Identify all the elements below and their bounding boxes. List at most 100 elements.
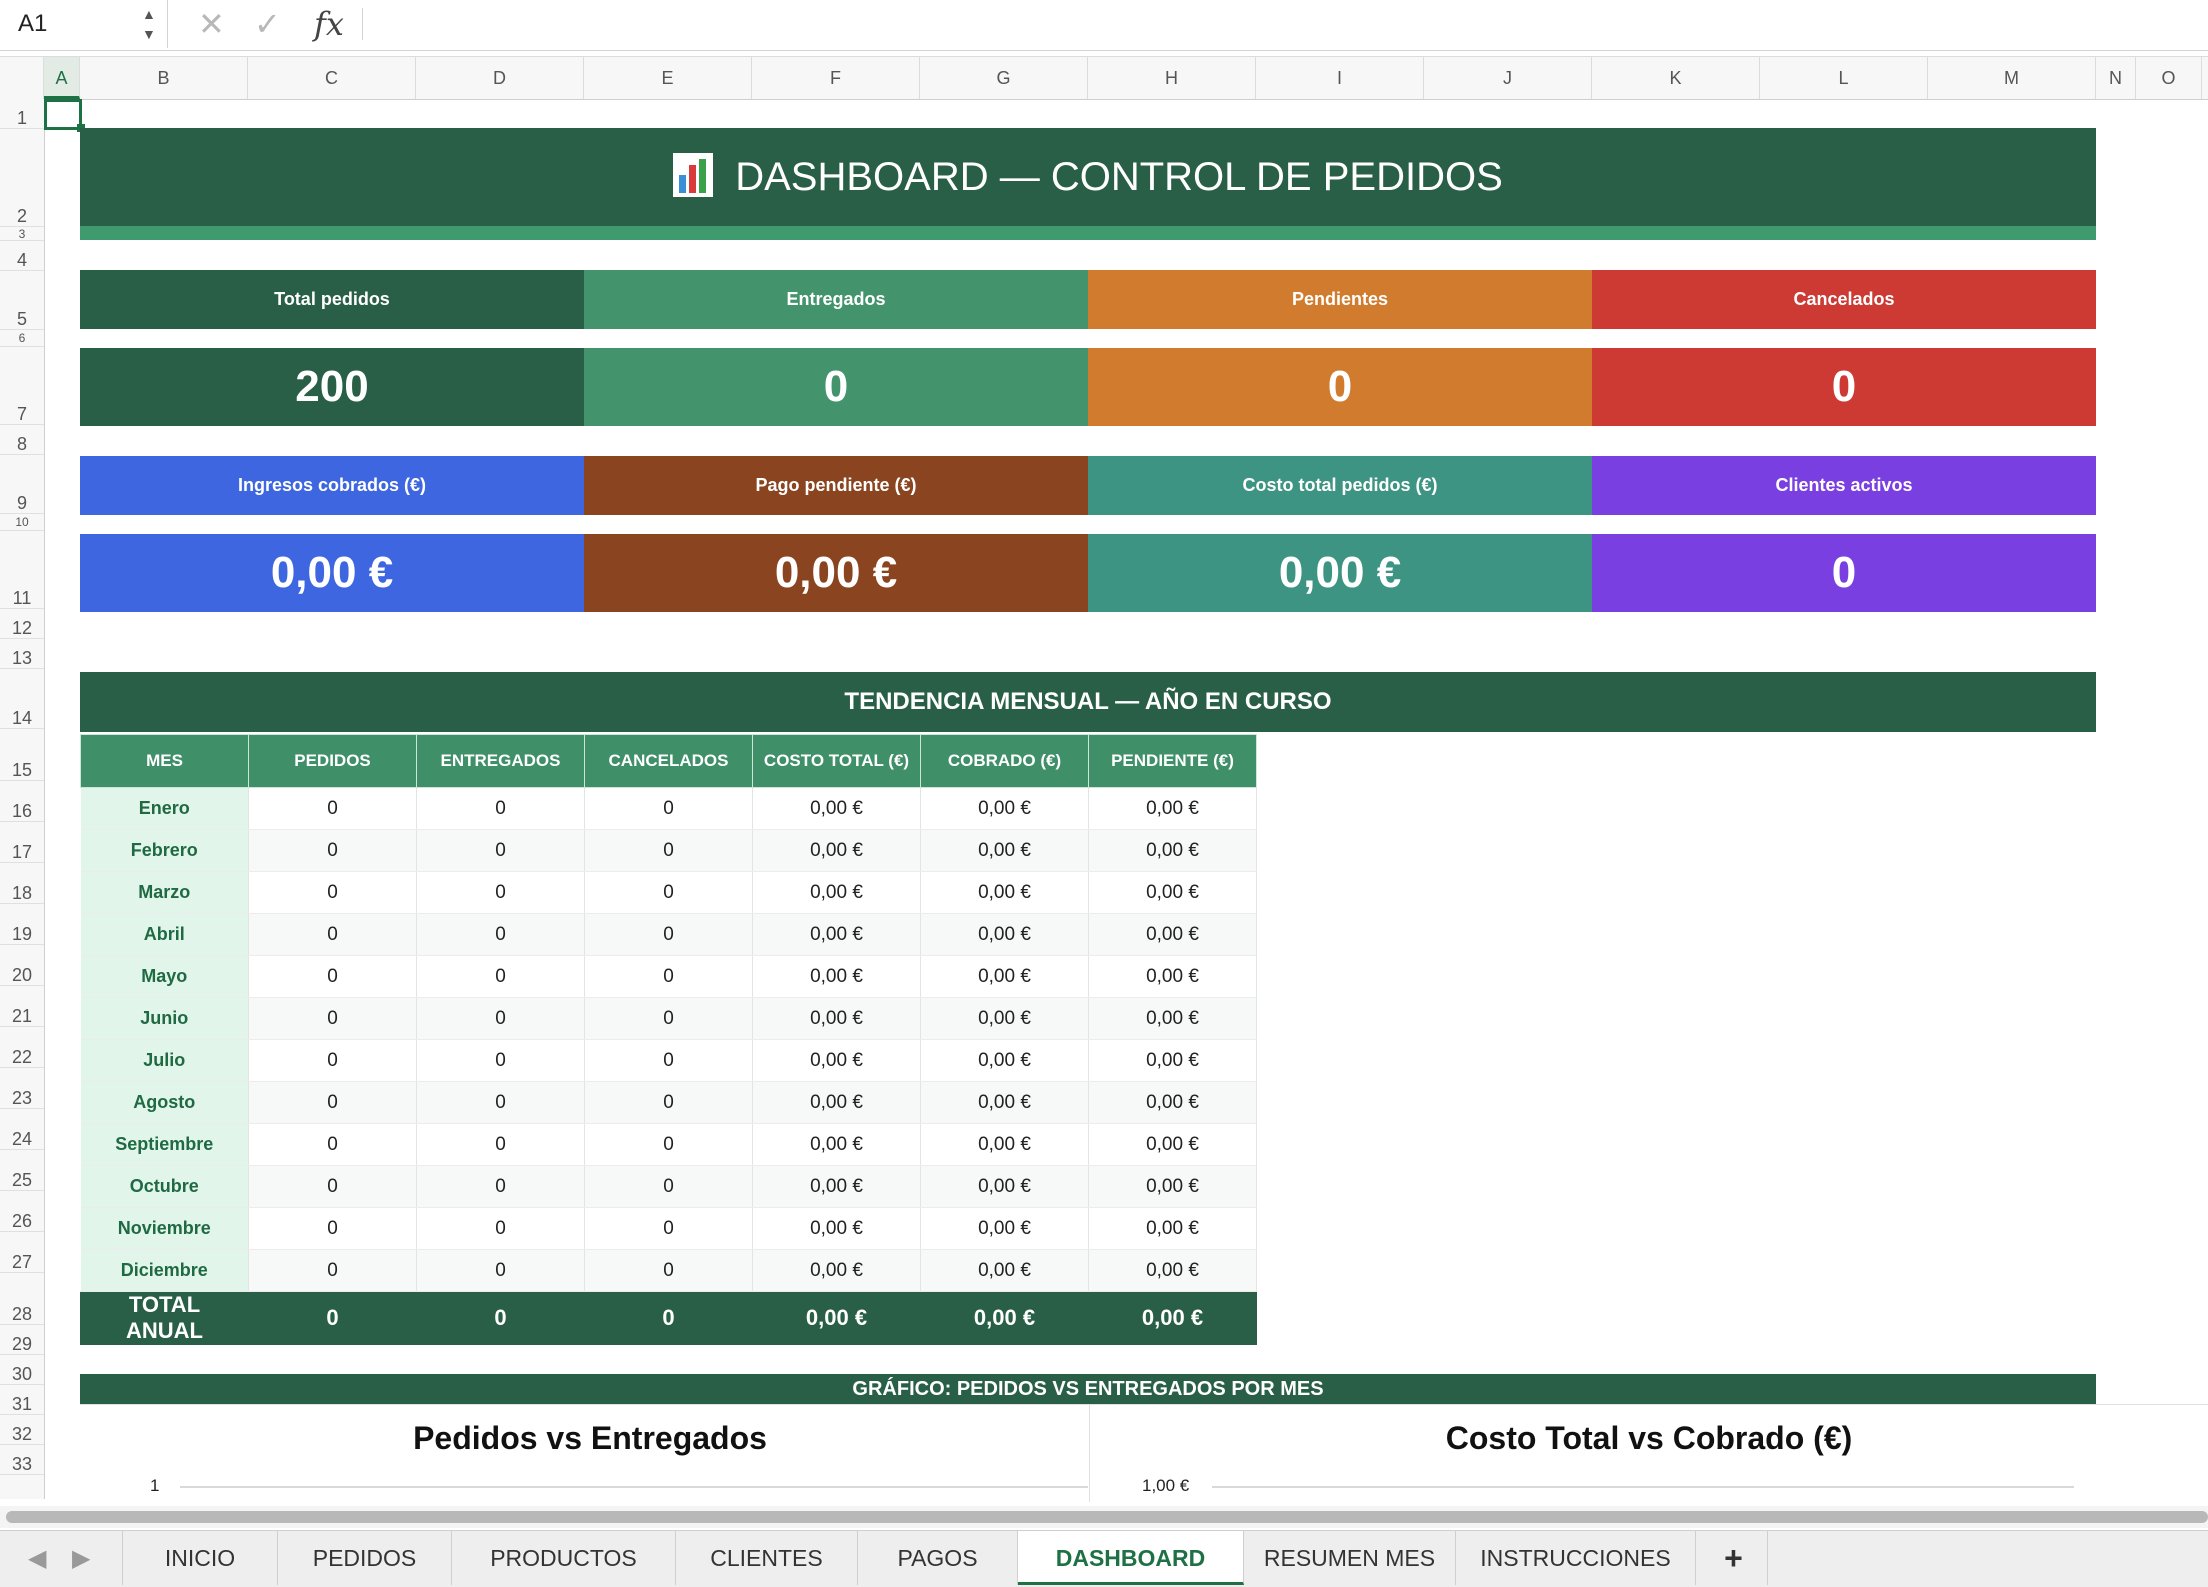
select-all-corner[interactable] xyxy=(0,57,44,99)
row-header-20[interactable]: 20 xyxy=(0,945,44,986)
table-cell[interactable]: 0 xyxy=(584,829,753,872)
table-cell[interactable]: 0,00 € xyxy=(752,1039,921,1082)
name-box-spinner-icon[interactable]: ▲ ▼ xyxy=(142,4,156,44)
total-cell[interactable]: 0 xyxy=(584,1291,753,1345)
table-cell[interactable]: 0,00 € xyxy=(920,787,1089,830)
row-header-32[interactable]: 32 xyxy=(0,1415,44,1445)
table-cell[interactable]: 0 xyxy=(416,787,585,830)
table-cell[interactable]: 0 xyxy=(584,787,753,830)
table-cell[interactable]: 0,00 € xyxy=(752,829,921,872)
row-header-22[interactable]: 22 xyxy=(0,1027,44,1068)
table-cell[interactable]: 0,00 € xyxy=(1088,913,1257,956)
table-cell[interactable]: 0,00 € xyxy=(752,1081,921,1124)
column-header-o[interactable]: O xyxy=(2136,57,2202,99)
row-header-10[interactable]: 10 xyxy=(0,514,44,531)
table-cell[interactable]: 0 xyxy=(248,1081,417,1124)
table-cell[interactable]: 0,00 € xyxy=(1088,1207,1257,1250)
total-cell[interactable]: 0 xyxy=(248,1291,417,1345)
table-cell[interactable]: 0 xyxy=(584,913,753,956)
table-cell[interactable]: 0,00 € xyxy=(1088,787,1257,830)
row-header-24[interactable]: 24 xyxy=(0,1109,44,1150)
table-cell[interactable]: 0,00 € xyxy=(752,871,921,914)
scrollbar-thumb[interactable] xyxy=(6,1511,2208,1523)
cancel-icon[interactable]: ✕ xyxy=(198,0,225,48)
table-cell[interactable]: 0 xyxy=(584,1165,753,1208)
table-cell[interactable]: 0 xyxy=(248,1039,417,1082)
row-header-26[interactable]: 26 xyxy=(0,1191,44,1232)
row-header-30[interactable]: 30 xyxy=(0,1355,44,1385)
table-cell[interactable]: 0,00 € xyxy=(920,1081,1089,1124)
total-label[interactable]: TOTAL ANUAL xyxy=(80,1291,249,1345)
sheet-tab-productos[interactable]: PRODUCTOS xyxy=(452,1531,676,1585)
sheet-tab-pagos[interactable]: PAGOS xyxy=(858,1531,1018,1585)
row-header-15[interactable]: 15 xyxy=(0,729,44,781)
table-cell[interactable]: 0 xyxy=(416,1123,585,1166)
row-header-19[interactable]: 19 xyxy=(0,904,44,945)
horizontal-scrollbar[interactable] xyxy=(0,1506,2208,1528)
row-header-14[interactable]: 14 xyxy=(0,669,44,729)
table-cell[interactable]: 0 xyxy=(248,955,417,998)
confirm-icon[interactable]: ✓ xyxy=(254,0,281,48)
sheet-tab-clientes[interactable]: CLIENTES xyxy=(676,1531,858,1585)
sheet-tab-instrucciones[interactable]: INSTRUCCIONES xyxy=(1456,1531,1696,1585)
column-header-k[interactable]: K xyxy=(1592,57,1760,99)
month-cell[interactable]: Marzo xyxy=(80,871,249,914)
table-cell[interactable]: 0 xyxy=(584,1081,753,1124)
row-header-29[interactable]: 29 xyxy=(0,1325,44,1355)
table-cell[interactable]: 0,00 € xyxy=(752,955,921,998)
total-cell[interactable]: 0,00 € xyxy=(920,1291,1089,1345)
table-cell[interactable]: 0 xyxy=(248,1123,417,1166)
table-cell[interactable]: 0,00 € xyxy=(920,1165,1089,1208)
row-header-21[interactable]: 21 xyxy=(0,986,44,1027)
column-header-g[interactable]: G xyxy=(920,57,1088,99)
table-cell[interactable]: 0,00 € xyxy=(752,1123,921,1166)
add-sheet-icon[interactable]: + xyxy=(1700,1531,1768,1585)
table-cell[interactable]: 0 xyxy=(416,1165,585,1208)
month-cell[interactable]: Enero xyxy=(80,787,249,830)
table-cell[interactable]: 0 xyxy=(416,1081,585,1124)
table-cell[interactable]: 0 xyxy=(248,1207,417,1250)
function-icon[interactable]: fx xyxy=(314,0,344,48)
row-header-27[interactable]: 27 xyxy=(0,1232,44,1273)
table-cell[interactable]: 0 xyxy=(416,829,585,872)
table-cell[interactable]: 0 xyxy=(248,997,417,1040)
row-header-8[interactable]: 8 xyxy=(0,425,44,455)
table-cell[interactable]: 0,00 € xyxy=(920,997,1089,1040)
row-header-11[interactable]: 11 xyxy=(0,531,44,609)
prev-sheet-icon[interactable]: ◀ xyxy=(28,1531,46,1587)
column-header-c[interactable]: C xyxy=(248,57,416,99)
month-cell[interactable]: Noviembre xyxy=(80,1207,249,1250)
column-header-h[interactable]: H xyxy=(1088,57,1256,99)
table-cell[interactable]: 0,00 € xyxy=(1088,871,1257,914)
row-header-13[interactable]: 13 xyxy=(0,639,44,669)
sheet-tab-resumen-mes[interactable]: RESUMEN MES xyxy=(1244,1531,1456,1585)
row-header-23[interactable]: 23 xyxy=(0,1068,44,1109)
row-header-6[interactable]: 6 xyxy=(0,330,44,347)
total-cell[interactable]: 0,00 € xyxy=(752,1291,921,1345)
table-cell[interactable]: 0 xyxy=(248,913,417,956)
sheet-tab-pedidos[interactable]: PEDIDOS xyxy=(278,1531,452,1585)
table-cell[interactable]: 0,00 € xyxy=(752,1249,921,1292)
table-cell[interactable]: 0,00 € xyxy=(1088,955,1257,998)
total-cell[interactable]: 0,00 € xyxy=(1088,1291,1257,1345)
sheet-tab-inicio[interactable]: INICIO xyxy=(122,1531,278,1585)
column-header-b[interactable]: B xyxy=(80,57,248,99)
table-cell[interactable]: 0 xyxy=(416,1207,585,1250)
month-cell[interactable]: Octubre xyxy=(80,1165,249,1208)
table-cell[interactable]: 0 xyxy=(584,955,753,998)
table-cell[interactable]: 0,00 € xyxy=(1088,829,1257,872)
table-cell[interactable]: 0 xyxy=(248,1249,417,1292)
row-header-18[interactable]: 18 xyxy=(0,863,44,904)
table-cell[interactable]: 0 xyxy=(416,1039,585,1082)
month-cell[interactable]: Septiembre xyxy=(80,1123,249,1166)
column-header-n[interactable]: N xyxy=(2096,57,2136,99)
table-cell[interactable]: 0,00 € xyxy=(920,955,1089,998)
row-header-33[interactable]: 33 xyxy=(0,1445,44,1475)
table-cell[interactable]: 0 xyxy=(248,829,417,872)
month-cell[interactable]: Abril xyxy=(80,913,249,956)
column-header-i[interactable]: I xyxy=(1256,57,1424,99)
table-cell[interactable]: 0 xyxy=(248,1165,417,1208)
month-cell[interactable]: Diciembre xyxy=(80,1249,249,1292)
month-cell[interactable]: Febrero xyxy=(80,829,249,872)
column-header-e[interactable]: E xyxy=(584,57,752,99)
